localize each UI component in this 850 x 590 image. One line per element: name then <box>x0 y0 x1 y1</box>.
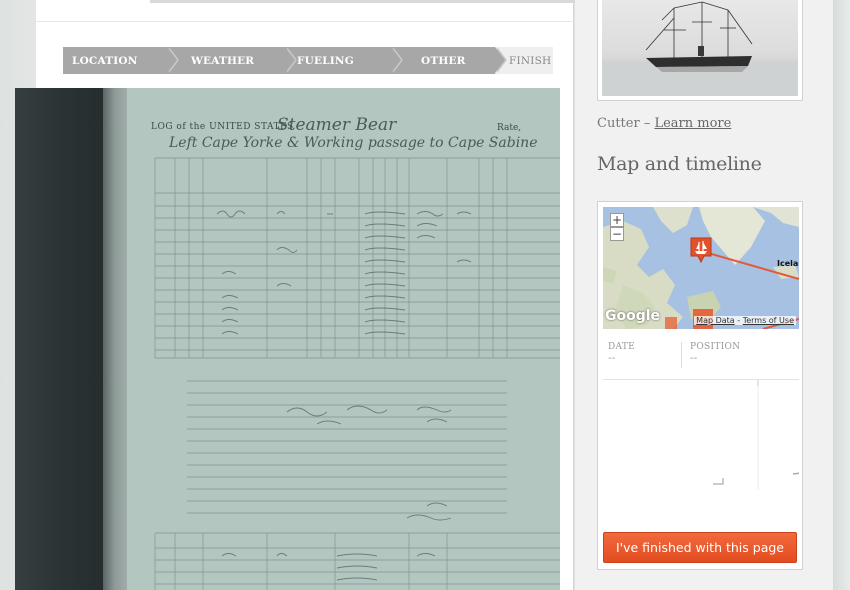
timeline-info: DATE -- POSITION -- <box>606 342 796 372</box>
logbook-ruling <box>154 157 560 590</box>
ship-photo-frame <box>597 0 803 101</box>
terms-of-use-link[interactable]: Terms of Use <box>743 316 794 325</box>
logbook-subtitle: Left Cape Yorke & Working passage to Cap… <box>169 135 538 151</box>
step-label: OTHER <box>421 54 466 67</box>
ship-caption: Cutter – Learn more <box>597 116 732 131</box>
ship-illustration <box>602 1 798 96</box>
ship-type: Cutter <box>597 116 640 131</box>
logbook-printed-title: LOG of the UNITED STATES <box>151 122 294 132</box>
date-column: DATE -- <box>608 342 635 364</box>
position-value: -- <box>690 353 698 364</box>
step-progress: LOCATION WEATHER FUELING OTHER FINISH <box>63 47 553 74</box>
sidebar: Cutter – Learn more Map and timeline + −… <box>575 0 833 590</box>
map-view[interactable]: + − Icelan Google Map Data - Terms of Us… <box>603 207 799 329</box>
ship-icon[interactable] <box>689 236 713 264</box>
position-column: POSITION -- <box>681 342 740 368</box>
page-background-right <box>833 0 850 590</box>
map-timeline-card: + − Icelan Google Map Data - Terms of Us… <box>597 201 803 570</box>
step-label: FINISH <box>509 54 552 67</box>
map-data-link[interactable]: Map Data <box>696 316 735 325</box>
book-spine <box>15 88 103 590</box>
step-label: FUELING <box>297 54 354 67</box>
map-heading: Map and timeline <box>597 153 762 175</box>
google-logo: Google <box>605 308 661 324</box>
top-divider <box>36 21 574 22</box>
step-weather[interactable]: WEATHER <box>167 47 297 74</box>
logbook-page-image[interactable]: LOG of the UNITED STATES Steamer Bear Ra… <box>15 88 560 590</box>
map-place-label: Icelan <box>777 259 799 268</box>
zoom-out-button[interactable]: − <box>610 227 624 241</box>
step-other[interactable]: OTHER <box>391 47 507 74</box>
logbook-ship-name: Steamer Bear <box>277 115 397 135</box>
finish-page-button[interactable]: I've finished with this page <box>603 532 797 563</box>
step-label: WEATHER <box>191 54 255 67</box>
logbook-rate-label: Rate, <box>497 123 522 133</box>
step-label: LOCATION <box>72 54 138 67</box>
zoom-in-button[interactable]: + <box>610 213 624 227</box>
logbook-page: LOG of the UNITED STATES Steamer Bear Ra… <box>127 88 560 590</box>
position-label: POSITION <box>690 342 741 352</box>
date-label: DATE <box>608 342 635 352</box>
step-fueling[interactable]: FUELING <box>285 47 403 74</box>
learn-more-link[interactable]: Learn more <box>654 116 731 131</box>
date-value: -- <box>608 353 616 364</box>
timeline-chart[interactable] <box>603 380 799 500</box>
map-attribution: Map Data - Terms of Use <box>694 316 796 325</box>
top-scroll-bar <box>150 0 582 3</box>
ship-photo <box>602 0 798 96</box>
step-location[interactable]: LOCATION <box>63 47 179 74</box>
